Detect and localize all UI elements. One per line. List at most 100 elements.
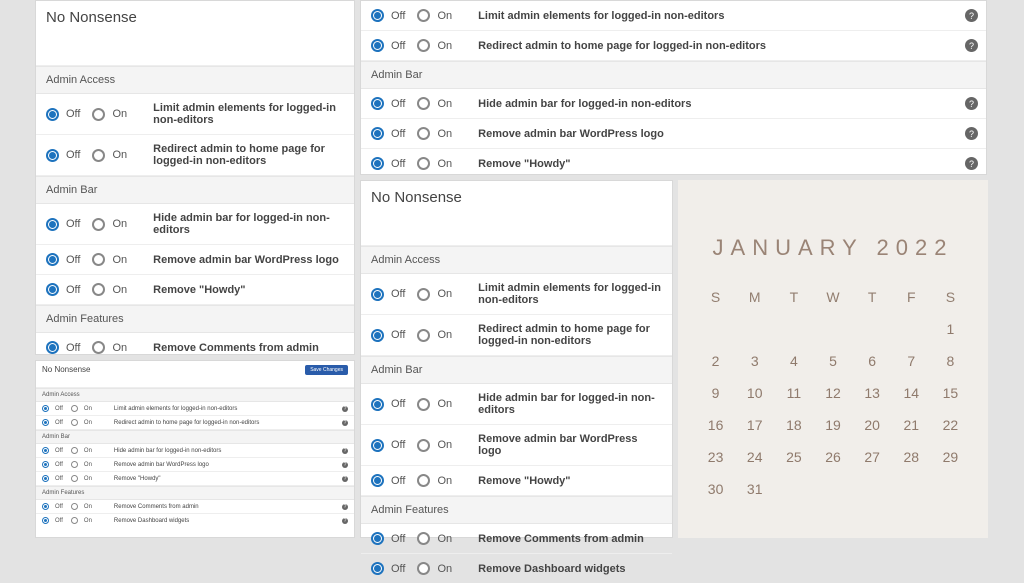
radio-off[interactable] [46, 253, 59, 266]
radio-on[interactable] [71, 461, 78, 468]
help-icon[interactable]: ? [965, 157, 978, 170]
calendar-day[interactable]: 29 [931, 449, 970, 465]
radio-off[interactable] [371, 97, 384, 110]
radio-on[interactable] [417, 127, 430, 140]
radio-on[interactable] [71, 447, 78, 454]
radio-on[interactable] [417, 532, 430, 545]
calendar-day[interactable]: 31 [735, 481, 774, 497]
radio-on[interactable] [417, 329, 430, 342]
radio-off[interactable] [46, 341, 59, 354]
radio-on[interactable] [92, 253, 105, 266]
help-icon[interactable]: ? [342, 462, 348, 468]
calendar-day[interactable]: 15 [931, 385, 970, 401]
radio-off[interactable] [42, 461, 49, 468]
calendar-day[interactable]: 3 [735, 353, 774, 369]
calendar-day[interactable]: 30 [696, 481, 735, 497]
calendar-day[interactable]: 27 [853, 449, 892, 465]
radio-on[interactable] [92, 283, 105, 296]
calendar-day[interactable]: 16 [696, 417, 735, 433]
calendar-day[interactable]: 12 [813, 385, 852, 401]
radio-off[interactable] [46, 149, 59, 162]
calendar-day[interactable]: 11 [774, 385, 813, 401]
radio-off[interactable] [371, 398, 384, 411]
radio-off[interactable] [371, 439, 384, 452]
help-icon[interactable]: ? [342, 448, 348, 454]
radio-off[interactable] [371, 127, 384, 140]
radio-on[interactable] [417, 398, 430, 411]
calendar-day[interactable]: 28 [892, 449, 931, 465]
help-icon[interactable]: ? [965, 39, 978, 52]
radio-on[interactable] [417, 562, 430, 575]
calendar-day[interactable]: 22 [931, 417, 970, 433]
radio-off[interactable] [371, 39, 384, 52]
radio-on[interactable] [92, 218, 105, 231]
help-icon[interactable]: ? [342, 406, 348, 412]
calendar-day[interactable]: 25 [774, 449, 813, 465]
help-icon[interactable]: ? [965, 97, 978, 110]
radio-on[interactable] [71, 405, 78, 412]
radio-on[interactable] [92, 149, 105, 162]
radio-on[interactable] [417, 288, 430, 301]
calendar-day[interactable]: 17 [735, 417, 774, 433]
radio-off[interactable] [42, 475, 49, 482]
calendar-day[interactable]: 1 [931, 321, 970, 337]
help-icon[interactable]: ? [965, 9, 978, 22]
section-admin-bar: Admin Bar [36, 176, 354, 204]
radio-on[interactable] [71, 475, 78, 482]
radio-on[interactable] [417, 97, 430, 110]
calendar-day[interactable]: 4 [774, 353, 813, 369]
option-hide-admin-bar: OffOn Hide admin bar for logged-in non-e… [361, 384, 672, 425]
calendar-day[interactable]: 18 [774, 417, 813, 433]
calendar-day[interactable]: 13 [853, 385, 892, 401]
radio-off[interactable] [371, 329, 384, 342]
help-icon[interactable]: ? [342, 476, 348, 482]
radio-on[interactable] [417, 439, 430, 452]
option-remove-dash-widgets: OffOn Remove Dashboard widgets ? [36, 514, 354, 527]
radio-on[interactable] [92, 108, 105, 121]
radio-off[interactable] [371, 157, 384, 170]
calendar-day[interactable]: 24 [735, 449, 774, 465]
radio-off[interactable] [371, 288, 384, 301]
calendar-day[interactable]: 26 [813, 449, 852, 465]
radio-off[interactable] [42, 405, 49, 412]
calendar-day[interactable]: 7 [892, 353, 931, 369]
radio-off[interactable] [46, 108, 59, 121]
radio-off[interactable] [46, 218, 59, 231]
calendar-day[interactable]: 6 [853, 353, 892, 369]
option-remove-howdy: OffOn Remove "Howdy" ? [36, 472, 354, 486]
radio-off[interactable] [42, 503, 49, 510]
radio-off[interactable] [371, 562, 384, 575]
calendar-day[interactable]: 2 [696, 353, 735, 369]
radio-off[interactable] [371, 474, 384, 487]
radio-on[interactable] [71, 419, 78, 426]
radio-on[interactable] [417, 157, 430, 170]
help-icon[interactable]: ? [342, 518, 348, 524]
calendar-day[interactable]: 20 [853, 417, 892, 433]
radio-on[interactable] [417, 9, 430, 22]
radio-on[interactable] [71, 503, 78, 510]
calendar-day[interactable]: 9 [696, 385, 735, 401]
radio-on[interactable] [92, 341, 105, 354]
radio-on[interactable] [71, 517, 78, 524]
calendar-day[interactable]: 14 [892, 385, 931, 401]
calendar-day[interactable]: 19 [813, 417, 852, 433]
radio-off[interactable] [46, 283, 59, 296]
radio-off[interactable] [371, 9, 384, 22]
radio-off[interactable] [42, 517, 49, 524]
help-icon[interactable]: ? [965, 127, 978, 140]
calendar-day[interactable]: 21 [892, 417, 931, 433]
calendar-day[interactable]: 5 [813, 353, 852, 369]
option-remove-howdy: OffOn Remove "Howdy" ? [361, 149, 986, 178]
radio-off[interactable] [371, 532, 384, 545]
calendar-day[interactable]: 10 [735, 385, 774, 401]
calendar-day[interactable]: 8 [931, 353, 970, 369]
radio-off[interactable] [42, 419, 49, 426]
help-icon[interactable]: ? [342, 504, 348, 510]
help-icon[interactable]: ? [342, 420, 348, 426]
radio-on[interactable] [417, 474, 430, 487]
radio-off[interactable] [42, 447, 49, 454]
calendar-empty [774, 321, 813, 337]
save-button[interactable]: Save Changes [305, 365, 348, 375]
calendar-day[interactable]: 23 [696, 449, 735, 465]
radio-on[interactable] [417, 39, 430, 52]
